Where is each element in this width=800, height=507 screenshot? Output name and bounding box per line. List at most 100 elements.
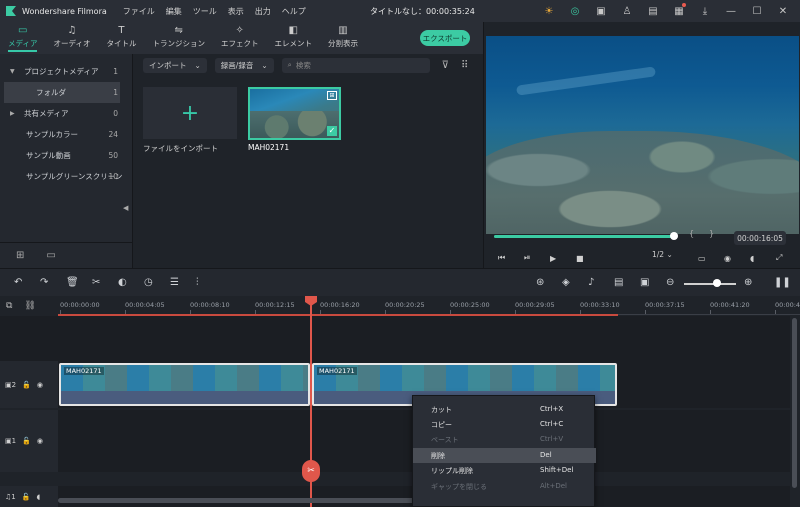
menu-help[interactable]: ヘルプ [282,6,306,17]
menu-item-cut[interactable]: カット Ctrl+X [413,402,596,417]
media-clip-thumbnail[interactable]: ⊞ ✓ [248,87,341,140]
display-icon[interactable]: ▭ [698,254,706,263]
add-track-icon[interactable]: ⧉ [6,301,12,311]
timeline-ruler[interactable]: ⧉ ⛓ 00:00:00:00 00:00:04:05 00:00:08:10 00:… [0,296,800,316]
headset-icon[interactable]: ◎ [562,3,588,19]
zoom-slider[interactable] [684,283,736,285]
grid-view-icon[interactable]: ⠿ [461,60,468,71]
mark-in-icon[interactable]: { [689,229,694,238]
playback-controls: ⏮ ⏯ ▶ ■ 1/2 ⌄ ▭ ◉ ◖ ⤢ [484,250,800,266]
snapshot-icon[interactable]: ◉ [724,254,731,263]
tab-titles[interactable]: T タイトル [106,22,136,49]
filter-icon[interactable]: ⊽ [442,60,449,71]
sidebar-item-shared-media[interactable]: ▶ 共有メディア 0 [0,103,132,124]
cut-icon[interactable]: ✂ [92,277,100,288]
mark-out-icon[interactable]: } [709,229,714,238]
zoom-slider-handle[interactable] [713,279,721,287]
folder-icon: ▭ [18,25,28,36]
context-menu: カット Ctrl+X コピー Ctrl+C ペースト Ctrl+V 削除 Del… [412,395,596,507]
tab-audio[interactable]: ♫ オーディオ [53,22,90,49]
stop-icon[interactable]: ■ [576,254,584,263]
prev-frame-icon[interactable]: ⏮ [498,253,505,263]
export-button[interactable]: エクスポート [420,30,470,46]
preview-progress-bar[interactable] [494,232,679,240]
video-track-icon: ▣2 [5,380,17,389]
menu-item-copy[interactable]: コピー Ctrl+C [413,417,596,432]
account-icon[interactable]: ♙ [614,3,640,19]
pause-split-icon[interactable]: ❚❚ [774,277,791,288]
sidebar-item-sample-greenscreen[interactable]: サンプルグリーンスクリーン 10 [0,166,132,187]
volume-icon[interactable]: ◖ [750,254,754,263]
speed-icon[interactable]: ◷ [144,277,153,288]
delete-icon[interactable]: 🗑 [66,277,79,288]
menu-view[interactable]: 表示 [228,6,244,17]
link-icon[interactable]: ⛓ [24,301,35,311]
menu-item-delete[interactable]: 削除 Del [413,448,596,463]
folder-outline-icon[interactable]: ▭ [46,250,55,261]
menu-tools[interactable]: ツール [193,6,217,17]
import-media-card[interactable]: + [143,87,237,139]
menu-edit[interactable]: 編集 [166,6,182,17]
maximize-icon[interactable]: ☐ [744,3,770,19]
elements-icon: ◧ [288,25,298,36]
ratio-dropdown[interactable]: 1/2 ⌄ [652,250,673,259]
music-note-icon: ♫ [67,25,77,36]
tab-split-screen[interactable]: ▥ 分割表示 [328,22,358,49]
lock-icon[interactable]: 🔓 [22,493,31,501]
microphone-icon[interactable]: ♪ [588,277,594,288]
fullscreen-icon[interactable]: ⤢ [776,253,782,263]
caret-right-icon: ▶ [10,110,15,117]
audio-wave-icon[interactable]: ⫶ [196,277,199,288]
tab-media[interactable]: ▭ メディア [8,22,38,52]
minimize-icon[interactable]: — [718,3,744,19]
gift-icon[interactable]: ▣ [588,3,614,19]
record-dropdown[interactable]: 録画/録音 ⌄ [214,57,274,73]
split-scissors-icon[interactable]: ✂ [302,460,320,482]
transition-icon: ⇋ [174,25,183,36]
zoom-in-icon[interactable]: ⊕ [744,277,752,288]
menu-item-close-gap[interactable]: ギャップを閉じる Alt+Del [413,479,596,494]
marker-icon[interactable]: ◈ [562,277,570,288]
sidebar-item-folder[interactable]: フォルダ 1 [4,82,120,103]
lock-icon[interactable]: 🔓 [22,381,31,389]
zoom-out-icon[interactable]: ⊖ [666,277,674,288]
tab-elements[interactable]: ◧ エレメント [274,22,312,49]
horizontal-scrollbar[interactable] [58,498,458,503]
close-icon[interactable]: ✕ [770,3,796,19]
sidebar-item-sample-colors[interactable]: サンプルカラー 24 [0,124,132,145]
search-input[interactable]: ⌕ 検索 [281,57,430,73]
eye-icon[interactable]: ◉ [37,381,43,389]
adjust-icon[interactable]: ☰ [170,277,179,288]
save-icon[interactable]: ▤ [640,3,666,19]
redo-icon[interactable]: ↷ [40,277,48,288]
eye-icon[interactable]: ◉ [37,437,43,445]
message-icon[interactable]: ▦ [666,3,692,19]
download-icon[interactable]: ⤓ [692,3,718,19]
menu-item-paste[interactable]: ペースト Ctrl+V [413,432,596,447]
scrub-handle[interactable] [670,232,679,240]
color-icon[interactable]: ◐ [118,277,127,288]
sidebar-item-sample-videos[interactable]: サンプル動画 50 [0,145,132,166]
play-icon[interactable]: ▶ [550,254,556,263]
snapshot-tl-icon[interactable]: ▣ [640,277,649,288]
voiceover-icon[interactable]: ▤ [614,277,623,288]
vertical-scrollbar[interactable] [792,318,797,488]
timeline-clip[interactable]: MAH02171 [59,363,310,406]
speaker-icon[interactable]: ◖ [36,493,40,501]
render-icon[interactable]: ⊛ [536,277,544,288]
undo-icon[interactable]: ↶ [14,277,22,288]
sidebar-item-project-media[interactable]: ▼ プロジェクトメディア 1 [0,61,132,82]
menu-file[interactable]: ファイル [123,6,155,17]
bulb-icon[interactable]: ☀ [536,3,562,19]
menu-export[interactable]: 出力 [255,6,271,17]
new-folder-icon[interactable]: ⊞ [16,250,24,261]
step-icon[interactable]: ⏯ [524,253,530,263]
lock-icon[interactable]: 🔓 [22,437,31,445]
menu-item-ripple-delete[interactable]: リップル削除 Shift+Del [413,463,596,478]
audio-track-icon: ♫1 [5,492,16,501]
ruler-tick-label: 00:00:16:20 [320,301,360,309]
tab-transitions[interactable]: ⇋ トランジション [152,22,205,49]
tab-effects[interactable]: ✧ エフェクト [221,22,259,49]
collapse-sidebar-icon[interactable]: ◀ [123,204,131,218]
import-dropdown[interactable]: インポート ⌄ [143,57,207,73]
